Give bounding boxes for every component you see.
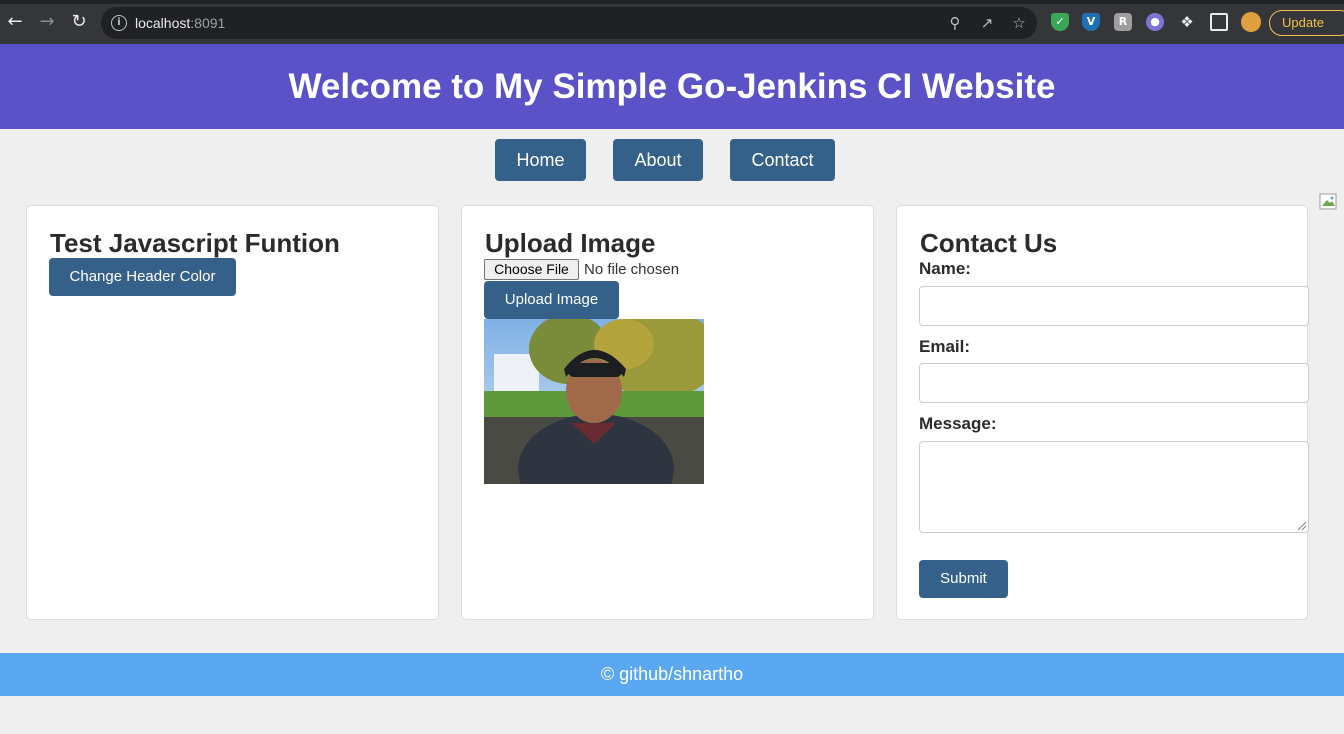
r-extension-icon[interactable]: R [1114,13,1132,31]
shield-extension-icon[interactable]: ✓ [1051,13,1069,31]
nav-contact-button[interactable]: Contact [730,139,835,181]
site-header: Welcome to My Simple Go-Jenkins CI Websi… [0,44,1344,129]
resize-handle-icon[interactable] [1298,522,1306,530]
footer-text: © github/shnartho [600,664,744,684]
message-label: Message: [919,414,997,433]
url-text[interactable]: localhost:8091 [135,15,225,31]
name-field[interactable] [919,286,1309,326]
js-card-title: Test Javascript Funtion [50,228,340,258]
main-nav: Home About Contact [0,139,1344,181]
email-label: Email: [919,337,971,356]
email-field[interactable] [919,363,1309,403]
vpn-extension-icon[interactable]: V [1082,13,1100,31]
uploaded-photo [484,319,704,484]
site-footer: © github/shnartho [0,653,1344,696]
choose-file-button[interactable]: Choose File [484,259,579,280]
nav-about-button[interactable]: About [613,139,703,181]
js-test-card: Test Javascript Funtion Change Header Co… [26,205,439,620]
site-info-icon[interactable]: i [111,15,127,31]
contact-card: Contact Us Name: Email: Message: Submit [896,205,1309,620]
browser-update-button[interactable]: Update [1269,10,1344,36]
upload-card: Upload Image Choose File No file chosen … [461,205,874,620]
side-panel-icon[interactable] [1210,13,1228,31]
reload-icon[interactable]: ↻ [69,12,89,32]
extensions-puzzle-icon[interactable]: ❖ [1178,13,1196,31]
submit-button[interactable]: Submit [919,560,1008,598]
upload-card-title: Upload Image [485,228,656,258]
address-bar[interactable]: i localhost:8091 ⚲ ↗ ☆ [101,7,1037,39]
name-label: Name: [919,259,971,278]
message-textarea[interactable] [919,441,1309,533]
back-icon[interactable]: ← [5,12,25,32]
broken-image-icon [1319,193,1337,210]
file-status-text: No file chosen [584,261,680,278]
upload-image-button[interactable]: Upload Image [484,281,619,319]
contact-card-title: Contact Us [920,228,1058,258]
browser-toolbar: ← → ↻ i localhost:8091 ⚲ ↗ ☆ ✓ V R ● ❖ U… [0,0,1344,44]
profile-avatar[interactable] [1241,12,1261,32]
ghost-extension-icon[interactable]: ● [1146,13,1164,31]
forward-icon[interactable]: → [37,12,57,32]
change-header-color-button[interactable]: Change Header Color [49,258,236,296]
share-icon[interactable]: ↗ [978,14,996,32]
bookmark-star-icon[interactable]: ☆ [1010,14,1028,32]
nav-home-button[interactable]: Home [495,139,586,181]
zoom-icon[interactable]: ⚲ [946,14,964,32]
page-title: Welcome to My Simple Go-Jenkins CI Websi… [288,67,1056,106]
tab-strip-edge [0,0,1344,4]
